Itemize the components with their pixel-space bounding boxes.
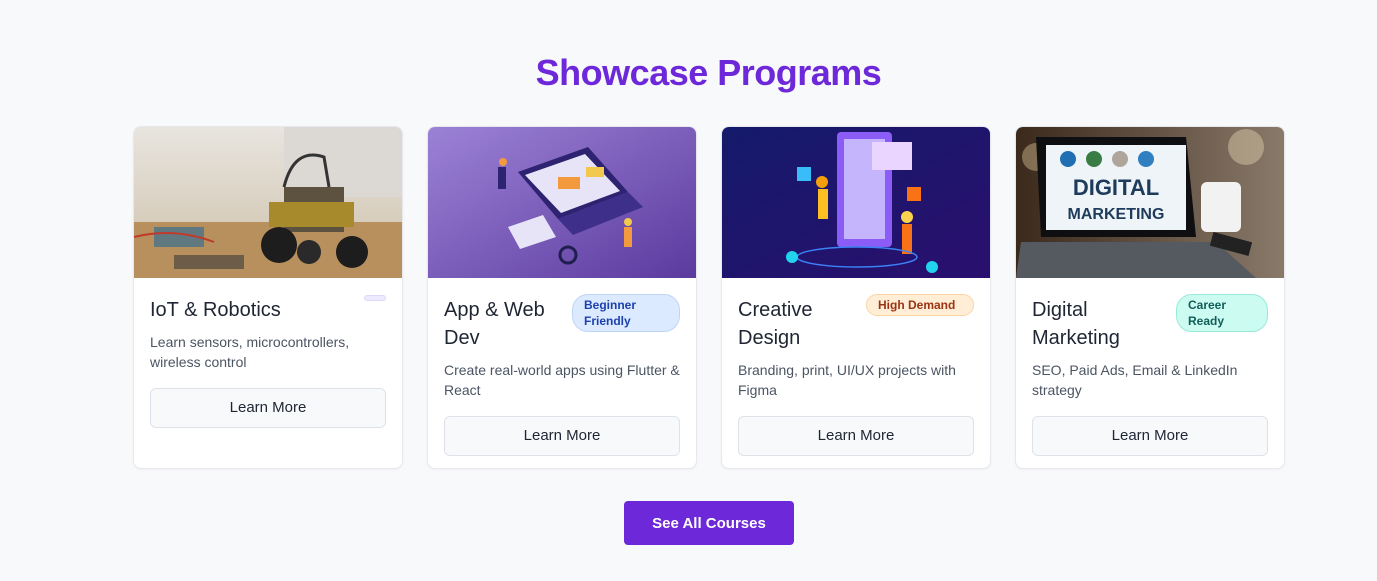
- robot-car-image: [134, 127, 402, 278]
- card-badge: Career Ready: [1176, 294, 1268, 332]
- program-card-app-web: App & Web Dev Beginner Friendly Create r…: [427, 126, 697, 469]
- program-card-iot: IoT & Robotics Learn sensors, microcontr…: [133, 126, 403, 469]
- program-card-marketing: DIGITAL MARKETING Digital Marketing Care…: [1015, 126, 1285, 469]
- see-all-courses-button[interactable]: See All Courses: [624, 501, 794, 545]
- card-description: Create real-world apps using Flutter & R…: [444, 362, 680, 398]
- laptop-photo-image: DIGITAL MARKETING: [1016, 127, 1284, 278]
- image-text-line1: DIGITAL: [1073, 175, 1159, 200]
- image-text-line2: MARKETING: [1068, 206, 1165, 223]
- learn-more-button[interactable]: Learn More: [444, 416, 680, 456]
- card-title: IoT & Robotics: [150, 299, 281, 321]
- learn-more-button[interactable]: Learn More: [1032, 416, 1268, 456]
- card-badge: High Demand: [866, 294, 974, 316]
- card-description: Branding, print, UI/UX projects with Fig…: [738, 362, 956, 398]
- card-badge: [364, 295, 386, 301]
- design-illustration-image: [722, 127, 990, 278]
- card-description: Learn sensors, microcontrollers, wireles…: [150, 334, 350, 370]
- learn-more-button[interactable]: Learn More: [738, 416, 974, 456]
- card-badge: Beginner Friendly: [572, 294, 680, 332]
- card-description: SEO, Paid Ads, Email & LinkedIn strategy: [1032, 362, 1238, 398]
- section-title: Showcase Programs: [535, 52, 882, 93]
- program-card-design: Creative Design High Demand Branding, pr…: [721, 126, 991, 469]
- laptop-illustration-image: [428, 127, 696, 278]
- card-title: Digital Marketing: [1032, 299, 1120, 349]
- card-title: App & Web Dev: [444, 299, 545, 349]
- card-title: Creative Design: [738, 299, 813, 349]
- learn-more-button[interactable]: Learn More: [150, 388, 386, 428]
- program-cards: IoT & Robotics Learn sensors, microcontr…: [133, 126, 1285, 469]
